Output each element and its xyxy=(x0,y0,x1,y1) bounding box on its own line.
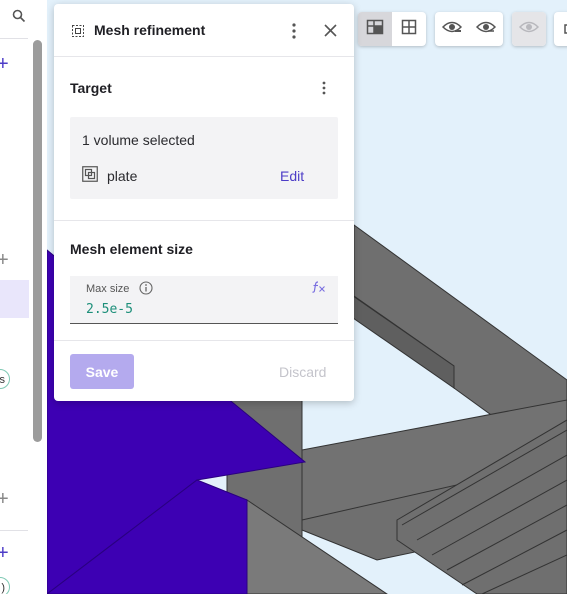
add-icon[interactable]: + xyxy=(0,543,9,563)
isolate-toolbar xyxy=(512,12,546,46)
status-badge: ) xyxy=(0,577,10,594)
target-selection-box: 1 volume selected plate Edit xyxy=(70,117,338,199)
divider xyxy=(0,38,28,39)
add-icon[interactable]: + xyxy=(0,54,9,74)
divider xyxy=(54,220,354,221)
export-toolbar xyxy=(554,12,567,46)
hide-icon xyxy=(441,20,463,39)
add-icon[interactable]: + xyxy=(0,489,9,509)
scrollbar[interactable] xyxy=(33,40,42,442)
status-badge: s xyxy=(0,369,10,389)
search-icon[interactable] xyxy=(12,9,26,28)
panel-header: Mesh refinement xyxy=(54,4,354,57)
face-view-button[interactable] xyxy=(358,12,392,46)
visibility-disabled-icon xyxy=(518,20,540,39)
visibility-disabled-button[interactable] xyxy=(512,12,546,46)
grid-view-icon xyxy=(401,19,417,40)
target-heading: Target xyxy=(70,80,112,96)
max-size-value[interactable]: 2.5e-5 xyxy=(86,302,133,317)
sidebar: + + s + + ) xyxy=(0,0,48,594)
mesh-size-heading: Mesh element size xyxy=(70,241,193,257)
visibility-toolbar xyxy=(435,12,503,46)
face-view-icon xyxy=(366,19,384,40)
target-more-icon[interactable] xyxy=(322,81,326,100)
show-icon xyxy=(475,20,497,39)
sidebar-item-selected[interactable] xyxy=(0,280,29,318)
edit-target-link[interactable]: Edit xyxy=(280,168,304,184)
save-button[interactable]: Save xyxy=(70,354,134,389)
show-button[interactable] xyxy=(469,12,503,46)
target-item-name: plate xyxy=(107,168,138,184)
grid-view-button[interactable] xyxy=(392,12,426,46)
max-size-label: Max size xyxy=(86,283,130,295)
selection-count: 1 volume selected xyxy=(82,132,195,148)
hide-button[interactable] xyxy=(435,12,469,46)
panel-more-icon[interactable] xyxy=(292,23,296,44)
divider xyxy=(0,530,28,531)
export-icon xyxy=(563,19,567,40)
divider xyxy=(54,340,354,341)
panel-title: Mesh refinement xyxy=(94,22,206,38)
close-icon[interactable] xyxy=(324,24,337,42)
add-icon[interactable]: + xyxy=(0,250,9,270)
function-icon[interactable] xyxy=(312,280,326,298)
discard-button[interactable]: Discard xyxy=(279,364,326,380)
export-button[interactable] xyxy=(554,12,567,46)
mesh-refinement-panel: Mesh refinement Target 1 volume selected… xyxy=(54,4,354,401)
info-icon[interactable] xyxy=(139,281,153,300)
view-mode-toolbar xyxy=(358,12,426,46)
max-size-field[interactable]: Max size 2.5e-5 xyxy=(70,276,338,324)
volume-icon xyxy=(82,166,98,187)
mesh-refinement-icon xyxy=(72,24,84,42)
